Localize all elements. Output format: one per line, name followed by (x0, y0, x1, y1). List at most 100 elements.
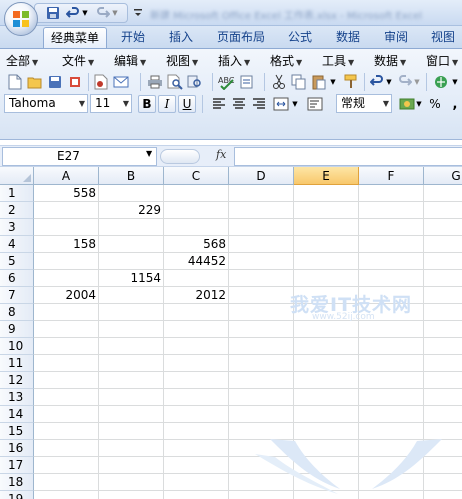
menu-insert[interactable]: 插入 ▼ (218, 52, 250, 70)
underline-button[interactable]: U (178, 95, 196, 113)
menu-data[interactable]: 数据 ▼ (374, 52, 406, 70)
row-header-12[interactable]: 12 (0, 372, 34, 389)
save-icon[interactable] (44, 4, 62, 22)
column-header-b[interactable]: B (99, 167, 164, 185)
comma-style-icon[interactable]: , (446, 95, 462, 113)
insert-function-button[interactable]: fx (216, 148, 226, 161)
row-header-5[interactable]: 5 (0, 253, 34, 270)
row-header-1[interactable]: 1 (0, 185, 34, 202)
accounting-dropdown-icon[interactable]: ▼ (414, 95, 424, 113)
row-header-4[interactable]: 4 (0, 236, 34, 253)
print-preview-icon[interactable] (166, 73, 184, 91)
cell-a1[interactable]: 558 (34, 185, 98, 202)
column-header-a[interactable]: A (34, 167, 99, 185)
office-button[interactable] (4, 2, 38, 36)
row-header-13[interactable]: 13 (0, 389, 34, 406)
toolbar-overflow-icon[interactable]: ▼ (450, 73, 460, 91)
row-header-16[interactable]: 16 (0, 440, 34, 457)
bold-button[interactable]: B (138, 95, 156, 113)
column-header-f[interactable]: F (359, 167, 424, 185)
email-icon[interactable] (112, 73, 130, 91)
column-header-g[interactable]: G (424, 167, 462, 185)
menu-format[interactable]: 格式 ▼ (270, 52, 302, 70)
align-left-icon[interactable] (210, 95, 228, 113)
wrap-text-icon[interactable] (306, 95, 324, 113)
paste-icon[interactable] (310, 73, 328, 91)
font-name-combo[interactable]: Tahoma ▼ (4, 94, 88, 113)
merge-dropdown-icon[interactable]: ▼ (290, 95, 300, 113)
spelling-icon[interactable]: ABC (218, 73, 236, 91)
tab-review[interactable]: 审阅 (376, 27, 416, 48)
font-size-combo[interactable]: 11 ▼ (90, 94, 132, 113)
row-header-6[interactable]: 6 (0, 270, 34, 287)
tab-page-layout[interactable]: 页面布局 (210, 27, 272, 48)
cell-a4[interactable]: 158 (34, 236, 98, 253)
row-header-18[interactable]: 18 (0, 474, 34, 491)
research-icon[interactable] (186, 73, 204, 91)
align-right-icon[interactable] (250, 95, 268, 113)
pdf-export-icon[interactable] (92, 73, 110, 91)
redo-dropdown-icon[interactable]: ▼ (110, 4, 120, 22)
select-all-corner[interactable] (0, 167, 34, 185)
menu-view-label: 视图 (166, 54, 191, 68)
tab-formulas[interactable]: 公式 (280, 27, 320, 48)
tab-view[interactable]: 视图 (424, 27, 462, 48)
row-header-3[interactable]: 3 (0, 219, 34, 236)
menu-edit[interactable]: 编辑 ▼ (114, 52, 146, 70)
row-header-11[interactable]: 11 (0, 355, 34, 372)
save-toolbar-icon[interactable] (46, 73, 64, 91)
permission-icon[interactable] (66, 73, 84, 91)
cell-c4[interactable]: 568 (164, 236, 228, 253)
thesaurus-icon[interactable] (238, 73, 256, 91)
new-document-icon[interactable] (6, 73, 24, 91)
paste-dropdown-icon[interactable]: ▼ (328, 73, 338, 91)
cut-icon[interactable] (270, 73, 288, 91)
open-folder-icon[interactable] (26, 73, 44, 91)
undo-dropdown-icon[interactable]: ▼ (80, 4, 90, 22)
undo-toolbar-dropdown-icon[interactable]: ▼ (384, 73, 394, 91)
italic-button[interactable]: I (158, 95, 176, 113)
tab-home[interactable]: 开始 (112, 27, 154, 48)
row-header-8[interactable]: 8 (0, 304, 34, 321)
number-format-combo[interactable]: 常规 ▼ (336, 94, 392, 113)
format-painter-icon[interactable] (342, 73, 360, 91)
row-header-15[interactable]: 15 (0, 423, 34, 440)
cell-b6[interactable]: 1154 (99, 270, 163, 287)
customize-qat-icon[interactable] (132, 4, 144, 22)
menu-tools[interactable]: 工具 ▼ (322, 52, 354, 70)
row-header-2[interactable]: 2 (0, 202, 34, 219)
name-box-dropdown-icon[interactable]: ▼ (146, 149, 152, 158)
formula-input[interactable] (234, 147, 462, 166)
column-header-c[interactable]: C (164, 167, 229, 185)
row-header-19[interactable]: 19 (0, 491, 34, 499)
menu-view[interactable]: 视图 ▼ (166, 52, 198, 70)
tab-classic-menu[interactable]: 经典菜单 (43, 27, 107, 48)
cell-c5[interactable]: 44452 (164, 253, 228, 270)
column-header-d[interactable]: D (229, 167, 294, 185)
menu-window[interactable]: 窗口 ▼ (426, 52, 458, 70)
row-header-17[interactable]: 17 (0, 457, 34, 474)
merge-center-icon[interactable] (272, 95, 290, 113)
copy-icon[interactable] (290, 73, 308, 91)
tab-insert[interactable]: 插入 (160, 27, 202, 48)
cell-a7[interactable]: 2004 (34, 287, 98, 304)
menu-all[interactable]: 全部 ▼ (6, 52, 38, 70)
row-header-7[interactable]: 7 (0, 287, 34, 304)
name-box[interactable]: E27 (2, 147, 157, 166)
row-header-14[interactable]: 14 (0, 406, 34, 423)
menu-file[interactable]: 文件 ▼ (62, 52, 94, 70)
align-center-icon[interactable] (230, 95, 248, 113)
formula-expand-handle[interactable] (160, 149, 200, 164)
hyperlink-icon[interactable] (432, 73, 450, 91)
tab-data[interactable]: 数据 (328, 27, 368, 48)
menu-tools-label: 工具 (322, 54, 347, 68)
redo-toolbar-dropdown-icon[interactable]: ▼ (412, 73, 422, 91)
row-header-10[interactable]: 10 (0, 338, 34, 355)
worksheet-grid[interactable]: A B C D E F G 1 2 3 4 5 6 7 8 9 10 11 12… (0, 167, 462, 499)
cell-b2[interactable]: 229 (99, 202, 163, 219)
percent-button[interactable]: % (426, 95, 444, 113)
print-icon[interactable] (146, 73, 164, 91)
column-header-e[interactable]: E (294, 167, 359, 185)
row-header-9[interactable]: 9 (0, 321, 34, 338)
cell-c7[interactable]: 2012 (164, 287, 228, 304)
